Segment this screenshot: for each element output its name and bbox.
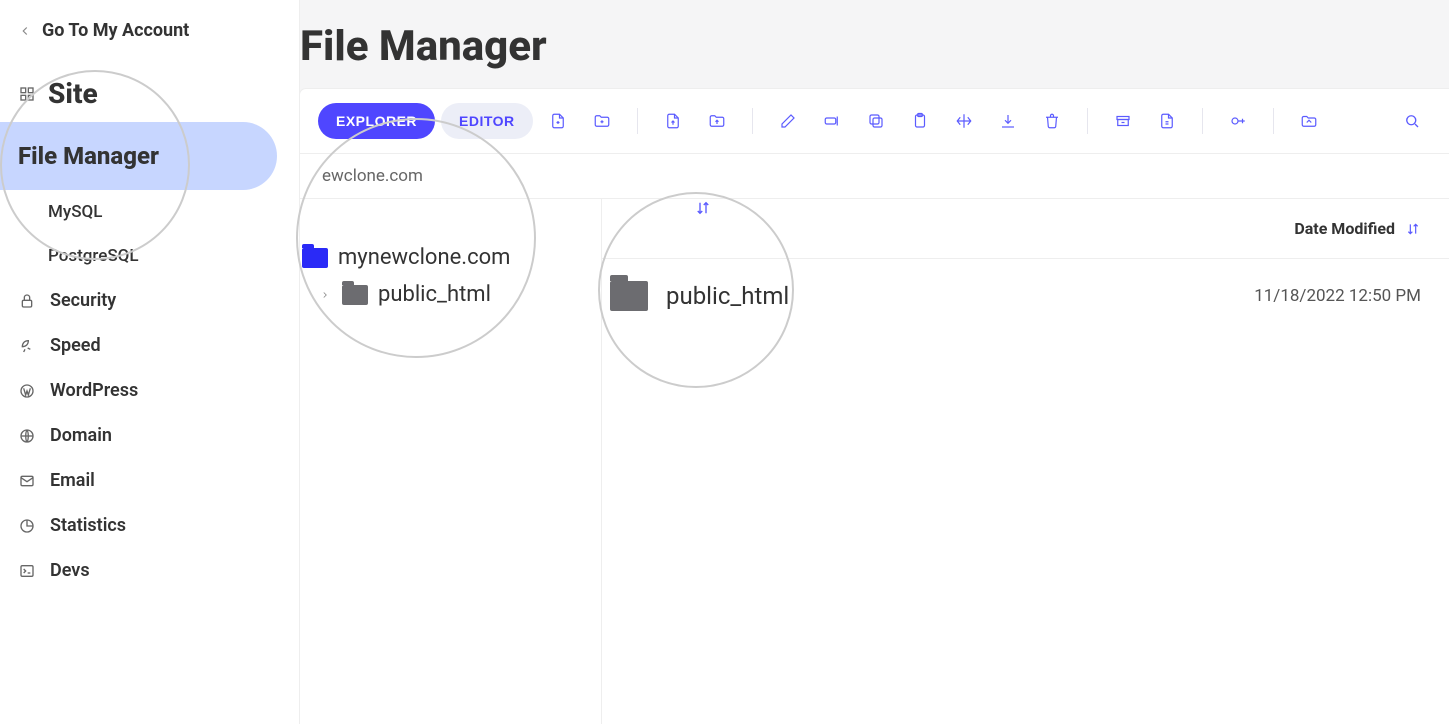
- sidebar-item-label: Email: [50, 470, 95, 491]
- toolbar-divider: [752, 108, 753, 134]
- wordpress-icon: [18, 383, 36, 399]
- rename-button[interactable]: [813, 105, 851, 137]
- sidebar-item-speed[interactable]: Speed: [0, 323, 299, 368]
- chart-pie-icon: [18, 518, 36, 534]
- file-manager-panel: EXPLORER EDITOR: [300, 89, 1449, 724]
- new-file-button[interactable]: [539, 105, 577, 137]
- move-button[interactable]: [945, 105, 983, 137]
- sidebar-item-postgresql[interactable]: PostgreSQL: [0, 234, 299, 278]
- breadcrumb-text: ewclone.com: [322, 166, 423, 186]
- page-title: File Manager: [300, 0, 1449, 89]
- rocket-icon: [18, 338, 36, 354]
- back-to-account[interactable]: Go To My Account: [0, 14, 299, 57]
- terminal-icon: [18, 563, 36, 579]
- upload-folder-button[interactable]: [698, 105, 736, 137]
- permissions-button[interactable]: [1219, 105, 1257, 137]
- tab-explorer[interactable]: EXPLORER: [318, 103, 435, 139]
- toolbar-divider: [1087, 108, 1088, 134]
- main: File Manager EXPLORER EDITOR: [300, 0, 1449, 724]
- toolbar-divider: [637, 108, 638, 134]
- sort-date-icon[interactable]: [1405, 221, 1421, 237]
- toolbar-divider: [1273, 108, 1274, 134]
- sidebar-item-label: Security: [50, 290, 116, 311]
- back-label: Go To My Account: [42, 20, 189, 41]
- upload-file-button[interactable]: [654, 105, 692, 137]
- edit-button[interactable]: [769, 105, 807, 137]
- tree-label: public_html: [378, 282, 491, 307]
- tree-label: mynewclone.com: [338, 245, 510, 270]
- mail-icon: [18, 473, 36, 489]
- site-group-header: Site: [0, 57, 299, 122]
- folder-icon: [342, 285, 368, 305]
- breadcrumb[interactable]: ewclone.com: [300, 154, 1449, 199]
- lock-icon: [18, 293, 36, 309]
- sidebar-item-mysql[interactable]: MySQL: [0, 190, 299, 234]
- tree-root-folder[interactable]: mynewclone.com: [300, 239, 601, 276]
- sidebar-item-label: MySQL: [48, 202, 102, 222]
- sidebar-item-label: Statistics: [50, 515, 126, 536]
- sidebar-item-file-manager[interactable]: File Manager: [0, 122, 277, 190]
- paste-button[interactable]: [901, 105, 939, 137]
- sidebar-item-label: File Manager: [18, 142, 159, 170]
- sidebar-item-statistics[interactable]: Statistics: [0, 503, 299, 548]
- sort-name-icon[interactable]: [694, 199, 712, 221]
- toolbar-divider: [1202, 108, 1203, 134]
- file-name: public_html: [666, 282, 789, 310]
- file-listing: Date Modified public_html 11/18/2022 12:…: [602, 199, 1449, 724]
- search-button[interactable]: [1393, 105, 1431, 137]
- sidebar-item-label: WordPress: [50, 380, 138, 401]
- toolbar: EXPLORER EDITOR: [300, 89, 1449, 154]
- sidebar-item-domain[interactable]: Domain: [0, 413, 299, 458]
- chevron-right-icon: [318, 290, 332, 300]
- tab-editor[interactable]: EDITOR: [441, 103, 533, 139]
- sidebar-item-label: Speed: [50, 335, 101, 356]
- dashboard-icon: [18, 86, 36, 102]
- sidebar-item-devs[interactable]: Devs: [0, 548, 299, 593]
- sidebar-item-label: Domain: [50, 425, 112, 446]
- new-folder-button[interactable]: [583, 105, 621, 137]
- list-item[interactable]: public_html 11/18/2022 12:50 PM: [602, 259, 1449, 333]
- sidebar: Go To My Account Site File Manager MySQL…: [0, 0, 300, 724]
- list-header: Date Modified: [602, 199, 1449, 259]
- folder-icon: [610, 281, 648, 311]
- extract-button[interactable]: [1148, 105, 1186, 137]
- globe-icon: [18, 428, 36, 444]
- tree-child-folder[interactable]: public_html: [300, 276, 601, 313]
- folder-icon: [302, 248, 328, 268]
- delete-button[interactable]: [1033, 105, 1071, 137]
- home-folder-button[interactable]: [1290, 105, 1328, 137]
- column-date-modified[interactable]: Date Modified: [1294, 219, 1395, 238]
- site-group-label: Site: [48, 77, 98, 110]
- explorer-body: mynewclone.com public_html: [300, 199, 1449, 724]
- copy-button[interactable]: [857, 105, 895, 137]
- sidebar-item-wordpress[interactable]: WordPress: [0, 368, 299, 413]
- sidebar-item-label: Devs: [50, 560, 90, 581]
- archive-button[interactable]: [1104, 105, 1142, 137]
- download-button[interactable]: [989, 105, 1027, 137]
- arrow-left-icon: [18, 24, 32, 38]
- sidebar-item-email[interactable]: Email: [0, 458, 299, 503]
- file-date: 11/18/2022 12:50 PM: [1254, 286, 1421, 306]
- sidebar-item-security[interactable]: Security: [0, 278, 299, 323]
- folder-tree: mynewclone.com public_html: [300, 199, 602, 724]
- sidebar-item-label: PostgreSQL: [48, 246, 139, 266]
